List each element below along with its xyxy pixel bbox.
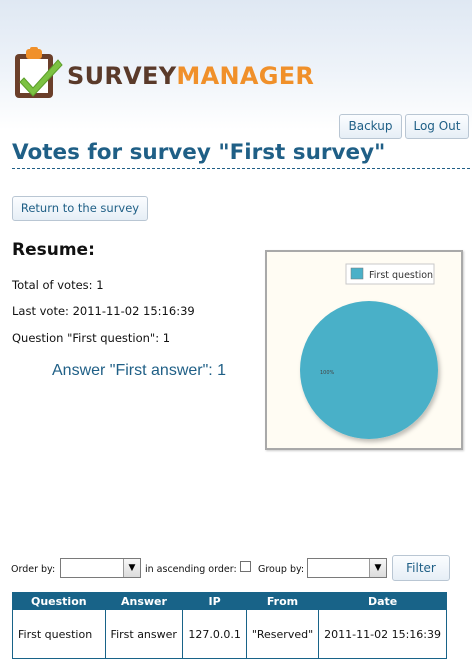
logo-text-manager: MANAGER	[176, 62, 315, 90]
column-header-from: From	[245, 592, 320, 610]
pie-chart-svg: First question 100%	[300, 263, 438, 439]
resume-heading: Resume:	[12, 240, 95, 260]
cell-question: First question	[12, 609, 106, 659]
group-by-select[interactable]: ▼	[307, 558, 387, 578]
cell-date: 2011-11-02 15:16:39	[318, 609, 447, 659]
filter-button[interactable]: Filter	[392, 555, 450, 581]
order-by-label: Order by:	[11, 564, 56, 575]
logo-text: SURVEYMANAGER	[67, 62, 314, 90]
order-by-select[interactable]: ▼	[60, 558, 141, 578]
total-votes-text: Total of votes: 1	[12, 278, 104, 292]
cell-answer: First answer	[104, 609, 184, 659]
cell-ip: 127.0.0.1	[182, 609, 247, 659]
pie-chart: First question 100%	[265, 250, 463, 450]
chevron-down-icon[interactable]: ▼	[369, 559, 386, 577]
column-header-date: Date	[318, 592, 447, 610]
answer-count-text: Answer "First answer": 1	[52, 362, 227, 379]
last-vote-text: Last vote: 2011-11-02 15:16:39	[12, 304, 195, 318]
logout-button[interactable]: Log Out	[405, 114, 469, 139]
votes-table: Question Answer IP From Date First quest…	[12, 592, 447, 659]
page-title: Votes for survey "First survey"	[12, 140, 470, 169]
chart-legend: First question	[345, 263, 435, 285]
app-logo: SURVEYMANAGER	[12, 46, 314, 106]
cell-from: "Reserved"	[245, 609, 320, 659]
backup-button[interactable]: Backup	[339, 114, 402, 139]
question-count-text: Question "First question": 1	[12, 331, 171, 345]
ascending-order-checkbox[interactable]	[240, 561, 251, 572]
table-header-row: Question Answer IP From Date	[12, 592, 447, 610]
return-to-survey-button[interactable]: Return to the survey	[12, 196, 148, 221]
column-header-question: Question	[12, 592, 106, 610]
clipboard-check-icon	[15, 47, 63, 98]
legend-label: First question	[369, 270, 433, 281]
legend-swatch	[350, 267, 364, 280]
group-by-label: Group by:	[258, 564, 305, 575]
column-header-ip: IP	[182, 592, 247, 610]
page: SURVEYMANAGER Backup Log Out Votes for s…	[0, 0, 472, 668]
slice-label: 100%	[320, 370, 335, 376]
ascending-order-label: in ascending order:	[145, 564, 237, 575]
table-row: First question First answer 127.0.0.1 "R…	[12, 609, 447, 659]
chevron-down-icon[interactable]: ▼	[123, 559, 140, 577]
column-header-answer: Answer	[104, 592, 184, 610]
logo-text-survey: SURVEY	[67, 62, 177, 90]
